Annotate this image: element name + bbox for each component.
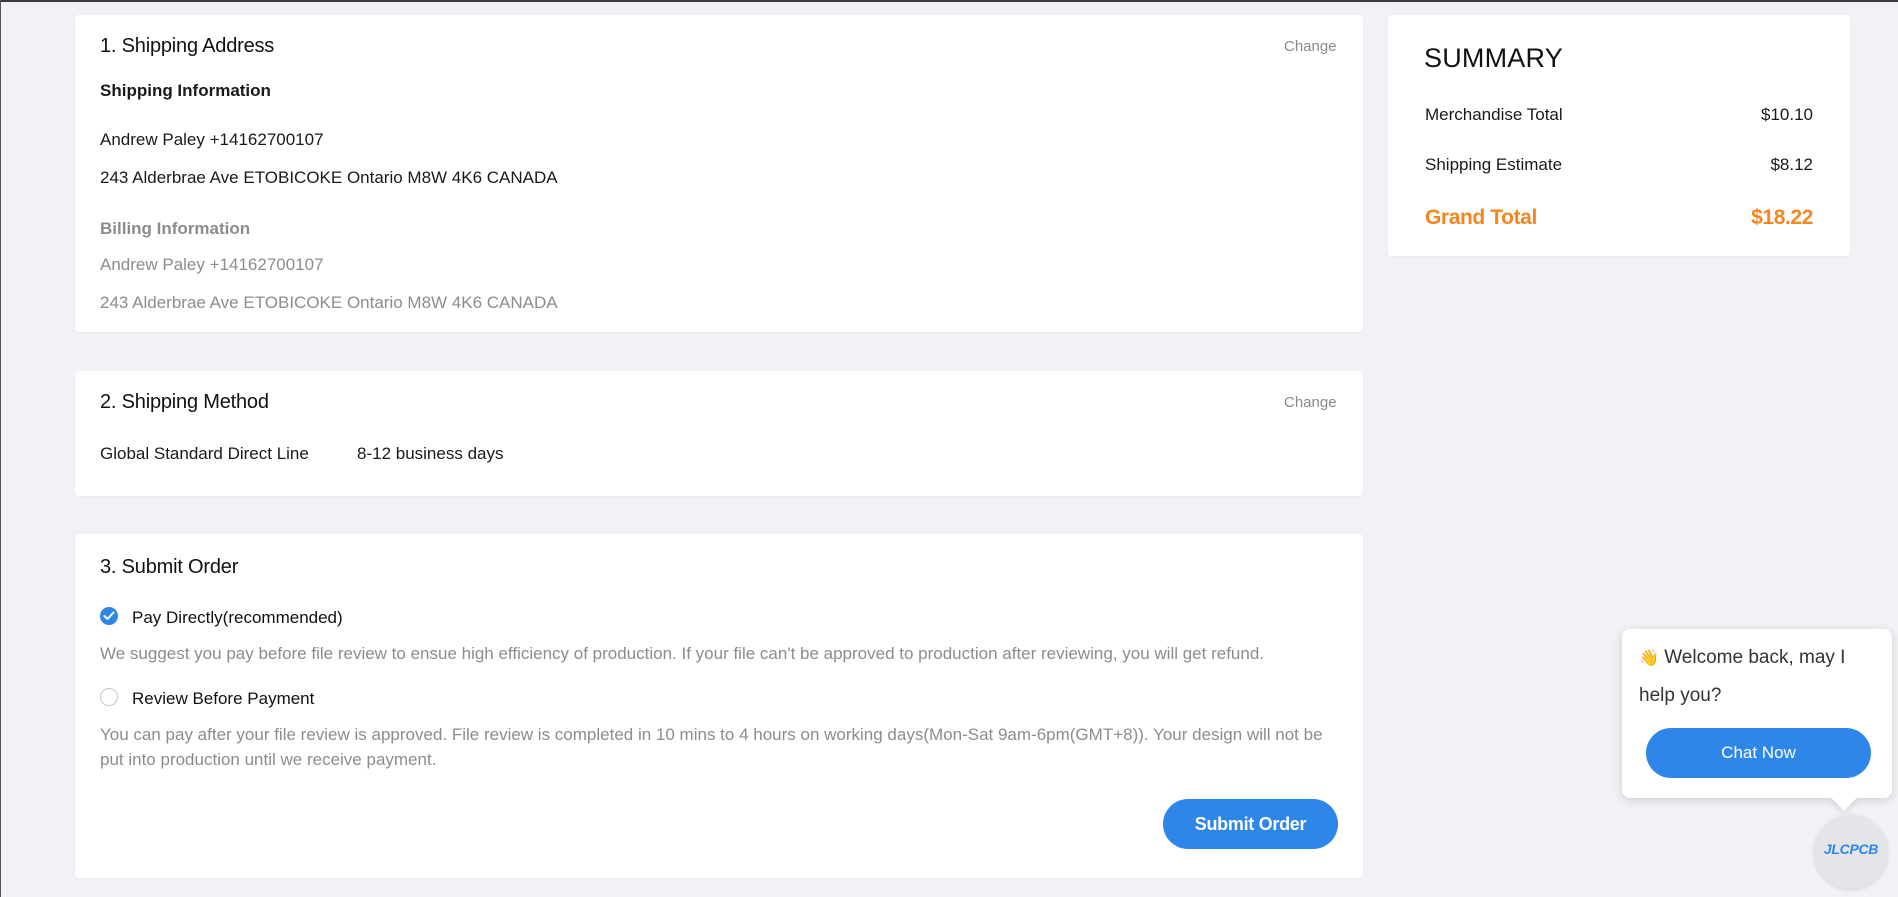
shipping-address-line: 243 Alderbrae Ave ETOBICOKE Ontario M8W … [100,168,558,187]
shipping-address-title: 1. Shipping Address [100,35,275,57]
summary-title: SUMMARY [1424,43,1563,73]
waving-hand-icon: 👋 [1639,650,1659,667]
chat-message: 👋 Welcome back, may I help you? [1639,639,1879,714]
submit-order-title: 3. Submit Order [100,556,239,578]
pay-directly-radio[interactable] [100,607,118,625]
grand-total-label: Grand Total [1425,206,1537,229]
delivery-time: 8-12 business days [357,444,504,463]
merchandise-total-label: Merchandise Total [1425,105,1563,124]
shipping-estimate-label: Shipping Estimate [1425,155,1563,174]
chat-launcher[interactable]: JLCPCB [1814,815,1888,889]
shipping-estimate-value: $8.12 [1770,155,1813,174]
shipping-name-phone: Andrew Paley +14162700107 [100,130,324,149]
pay-directly-description: We suggest you pay before file review to… [100,644,1265,663]
chat-now-button[interactable]: Chat Now [1646,728,1871,778]
checkmark-icon [103,611,115,620]
shipping-method-name: Global Standard Direct Line [100,444,309,463]
shipping-address-card: 1. Shipping Address Change Shipping Info… [75,15,1363,332]
pay-directly-label[interactable]: Pay Directly(recommended) [132,608,343,628]
billing-address-line: 243 Alderbrae Ave ETOBICOKE Ontario M8W … [100,293,558,312]
shipping-info-heading: Shipping Information [100,81,271,100]
submit-order-button[interactable]: Submit Order [1163,799,1338,849]
chat-popup: 👋 Welcome back, may I help you? Chat Now [1622,629,1892,798]
summary-card: SUMMARY Merchandise Total $10.10 Shippin… [1388,15,1850,256]
review-before-payment-label[interactable]: Review Before Payment [132,689,314,709]
shipping-method-title: 2. Shipping Method [100,391,269,413]
merchandise-total-value: $10.10 [1761,105,1813,124]
window-left-border [0,0,1,897]
jlcpcb-logo: JLCPCB [1823,841,1879,857]
window-top-border [0,0,1898,2]
billing-info-heading: Billing Information [100,219,251,238]
change-method-link[interactable]: Change [1284,394,1337,411]
change-address-link[interactable]: Change [1284,38,1337,55]
review-before-payment-description: You can pay after your file review is ap… [100,725,1323,769]
shipping-method-card: 2. Shipping Method Change Global Standar… [75,371,1363,496]
chat-message-text: Welcome back, may I help you? [1639,647,1846,706]
grand-total-value: $18.22 [1751,206,1813,229]
review-before-payment-radio[interactable] [100,688,118,706]
billing-name-phone: Andrew Paley +14162700107 [100,255,324,274]
